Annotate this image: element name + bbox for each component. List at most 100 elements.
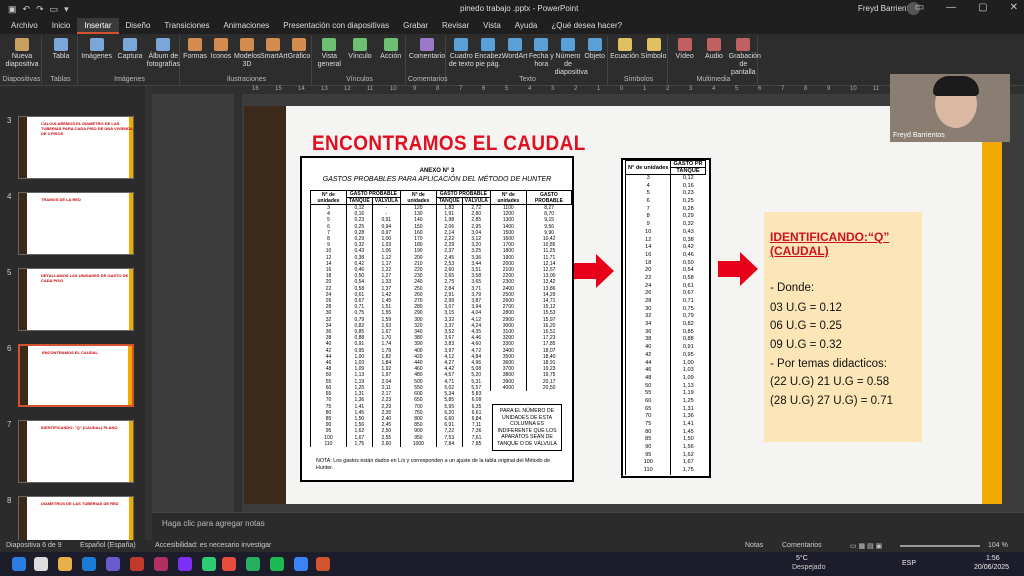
ribbon-group-0: Nueva diapositiva Diapositivas — [2, 36, 42, 84]
ribbon-button-0-0[interactable]: Nueva diapositiva — [2, 38, 42, 69]
ribbon-button-8-0[interactable]: Vídeo — [670, 38, 699, 61]
tab-11[interactable]: ¿Qué desea hacer? — [544, 18, 629, 34]
tab-0[interactable]: Archivo — [4, 18, 45, 34]
tab-3[interactable]: Diseño — [119, 18, 158, 34]
tank-column-image[interactable]: N° de unidades GASTO PR TANQUE 3 0,12 4 0,16 5 0… — [621, 158, 711, 478]
ribbon-button-8-2[interactable]: Grabación de pantalla — [729, 38, 761, 77]
save-icon[interactable]: ▣ — [8, 4, 17, 15]
slide-thumbnail[interactable]: ENCONTRAMOS EL CAUDAL — [18, 344, 134, 407]
spotify-icon[interactable] — [270, 557, 284, 571]
ribbon-display-icon[interactable]: ▭ — [915, 2, 924, 13]
table-row: 26 0,67 — [624, 290, 706, 298]
ribbon-button-label: Comentario — [408, 53, 446, 60]
ribbon-button-3-4[interactable]: Gráfico — [286, 38, 312, 61]
slide-canvas[interactable]: ENCONTRAMOS EL CAUDAL ANEXO N° 3 GASTOS … — [244, 106, 1002, 504]
slide-thumbnail[interactable]: DETALLAMOS LAS UNIDADES DE GASTO DE CADA… — [18, 268, 134, 331]
ribbon-button-6-2[interactable]: WordArt — [501, 38, 528, 61]
windows-start-icon[interactable] — [12, 557, 26, 571]
clock-date[interactable]: 20/06/2025 — [974, 564, 1009, 571]
thumbnails-scrollbar[interactable] — [145, 86, 152, 540]
notes-pane[interactable]: Haga clic para agregar notas — [152, 512, 1024, 540]
redo-icon[interactable]: ↷ — [36, 4, 44, 15]
zoom-level[interactable]: 104 % — [988, 542, 1008, 549]
ruler-tick: 10 — [850, 86, 857, 92]
ribbon-button-5-0[interactable]: Comentario — [408, 38, 446, 61]
close-icon[interactable]: ✕ — [1010, 2, 1018, 13]
app-icon[interactable] — [202, 557, 216, 571]
table-row: 55 1,19 — [624, 390, 706, 398]
ribbon-button-8-1[interactable]: Audio — [699, 38, 728, 61]
ribbon-button-2-1[interactable]: Captura — [113, 38, 146, 61]
accessibility-indicator[interactable]: Accesibilidad: es necesario investigar — [155, 542, 271, 549]
slide-thumbnail[interactable]: IDENTIFICANDO: "Q" (CAUDAL) PLANO — [18, 420, 134, 483]
input-language[interactable]: ESP — [902, 560, 916, 567]
ribbon-button-6-5[interactable]: Objeto — [581, 38, 608, 61]
tab-10[interactable]: Ayuda — [508, 18, 545, 34]
table-cell: 1,03 — [670, 367, 706, 375]
ribbon-button-7-0[interactable]: Ecuación — [610, 38, 639, 61]
tab-8[interactable]: Revisar — [435, 18, 476, 34]
ribbon-button-4-1[interactable]: Vínculo — [345, 38, 376, 61]
ribbon-button-4-0[interactable]: Vista general — [314, 38, 345, 69]
comments-toggle[interactable]: Comentarios — [782, 542, 822, 549]
ribbon-button-6-3[interactable]: Fecha y hora — [528, 38, 555, 69]
canva-icon[interactable] — [178, 557, 192, 571]
identification-textbox[interactable]: IDENTIFICANDO:“Q” (CAUDAL) - Donde: 03 U.… — [764, 212, 922, 442]
zoom-slider[interactable] — [900, 545, 980, 547]
ribbon-button-label: Tabla — [52, 53, 70, 60]
clock-time[interactable]: 1:56 — [986, 555, 1000, 562]
ribbon-button-2-2[interactable]: Álbum de fotografías — [147, 38, 180, 69]
ribbon-button-2-0[interactable]: Imágenes — [80, 38, 113, 61]
ribbon-button-3-2[interactable]: Modelos 3D — [234, 38, 260, 69]
ribbon-button-6-4[interactable]: Número de diapositiva — [555, 38, 588, 77]
minimize-icon[interactable]: — — [946, 2, 956, 13]
tab-6[interactable]: Presentación con diapositivas — [276, 18, 396, 34]
tab-4[interactable]: Transiciones — [157, 18, 216, 34]
maximize-icon[interactable]: ▢ — [978, 2, 987, 13]
tab-5[interactable]: Animaciones — [216, 18, 276, 34]
slide-title[interactable]: ENCONTRAMOS EL CAUDAL — [312, 132, 586, 156]
weather-temp[interactable]: 5°C — [796, 555, 808, 562]
ribbon-button-label: Álbum de fotografías — [146, 53, 180, 68]
table-cell: 1,45 — [670, 428, 706, 437]
app-icon[interactable] — [154, 557, 168, 571]
tab-7[interactable]: Grabar — [396, 18, 435, 34]
weather-text[interactable]: Despejado — [792, 564, 825, 571]
ruler-tick: 3 — [689, 86, 693, 92]
customize-quick-access-icon[interactable]: ▾ — [64, 4, 69, 15]
slide-thumbnail[interactable]: TRAMOS DE LA RED — [18, 192, 134, 255]
ribbon-button-3-1[interactable]: Iconos — [208, 38, 234, 61]
ribbon-group-2: Imágenes Captura Álbum de fotografías Imáge… — [80, 36, 180, 84]
chrome-icon[interactable] — [222, 557, 236, 571]
tab-2[interactable]: Insertar — [77, 18, 119, 34]
hunter-table-image[interactable]: ANEXO N° 3 GASTOS PROBABLES PARA APLICAC… — [300, 156, 574, 482]
table-cell: 0,38 — [670, 236, 706, 245]
ribbon-button-4-2[interactable]: Acción — [375, 38, 406, 61]
table-row: 28 0,71 — [624, 298, 706, 306]
teams-icon[interactable] — [106, 557, 120, 571]
slide-thumbnail[interactable]: CALCULAREMOS EL DIAMETRO DE LAS TUBERIAS… — [18, 116, 134, 179]
spotify-icon[interactable] — [246, 557, 260, 571]
language-indicator[interactable]: Español (España) — [80, 542, 136, 549]
edge-icon[interactable] — [82, 557, 96, 571]
undo-icon[interactable]: ↶ — [23, 4, 31, 15]
office-icon[interactable] — [130, 557, 144, 571]
ribbon-button-3-3[interactable]: SmartArt — [260, 38, 288, 61]
ruler-tick: 2 — [666, 86, 670, 92]
powerpoint-icon[interactable] — [316, 557, 330, 571]
search-icon[interactable] — [34, 557, 48, 571]
tab-1[interactable]: Inicio — [45, 18, 78, 34]
tab-9[interactable]: Vista — [476, 18, 508, 34]
view-buttons-icon[interactable]: ▭ ▦ ▤ ▣ — [850, 542, 882, 550]
zoom-icon[interactable] — [294, 557, 308, 571]
widgets-icon[interactable] — [58, 557, 72, 571]
table-header: GASTO PROBABLE — [435, 190, 491, 198]
ribbon-button-1-0[interactable]: Tabla — [44, 38, 78, 61]
ribbon-item-icon — [214, 38, 228, 51]
notes-toggle[interactable]: Notas — [745, 542, 763, 549]
ribbon-button-6-0[interactable]: Cuadro de texto — [448, 38, 475, 69]
start-from-beginning-icon[interactable]: ▭ — [50, 4, 59, 15]
ribbon-button-3-0[interactable]: Formas — [182, 38, 208, 61]
ribbon-button-6-1[interactable]: Encabez. pie pág. — [475, 38, 504, 69]
ribbon-button-7-1[interactable]: Símbolo — [639, 38, 668, 61]
